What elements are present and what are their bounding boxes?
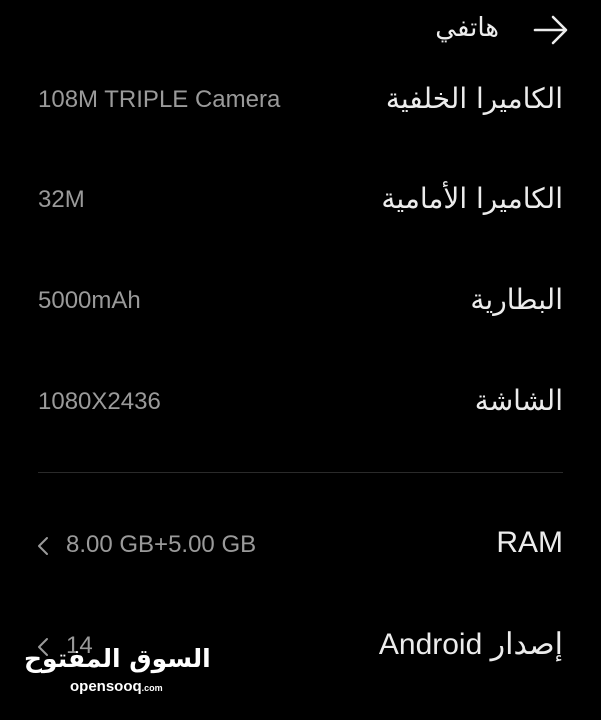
spec-value: 1080X2436 (38, 388, 161, 415)
spec-row-ram[interactable]: RAM 8.00 GB+5.00 GB (0, 517, 601, 577)
chevron-left-icon (36, 535, 50, 557)
watermark-domain-suffix: .com (141, 683, 163, 693)
spec-label: البطارية (470, 283, 563, 316)
spec-label: RAM (496, 526, 563, 559)
spec-value: 8.00 GB+5.00 GB (66, 531, 257, 558)
spec-row-screen: الشاشة 1080X2436 (0, 374, 601, 434)
spec-label: الكاميرا الخلفية (385, 82, 563, 115)
watermark-latin-text: opensooq.com (70, 678, 163, 695)
watermark-arabic-text: السوق المفتوح (24, 644, 211, 673)
top-bar: هاتفي (0, 0, 601, 62)
spec-value: 32M (38, 186, 85, 213)
spec-value: 108M TRIPLE Camera (38, 86, 281, 113)
page-title: هاتفي (435, 13, 499, 43)
spec-row-front-camera: الكاميرا الأمامية 32M (0, 172, 601, 232)
spec-value: 5000mAh (38, 287, 141, 314)
spec-row-rear-camera: الكاميرا الخلفية 108M TRIPLE Camera (0, 72, 601, 132)
spec-label: الكاميرا الأمامية (381, 182, 563, 215)
opensooq-watermark: السوق المفتوح opensooq.com (20, 640, 211, 704)
spec-label: الشاشة (474, 384, 563, 417)
spec-row-battery: البطارية 5000mAh (0, 273, 601, 333)
arrow-right-icon (533, 15, 568, 45)
section-divider (38, 472, 563, 473)
spec-label: إصدار Android (378, 628, 563, 661)
watermark-brand: opensooq (70, 678, 142, 695)
back-button[interactable] (531, 10, 571, 50)
